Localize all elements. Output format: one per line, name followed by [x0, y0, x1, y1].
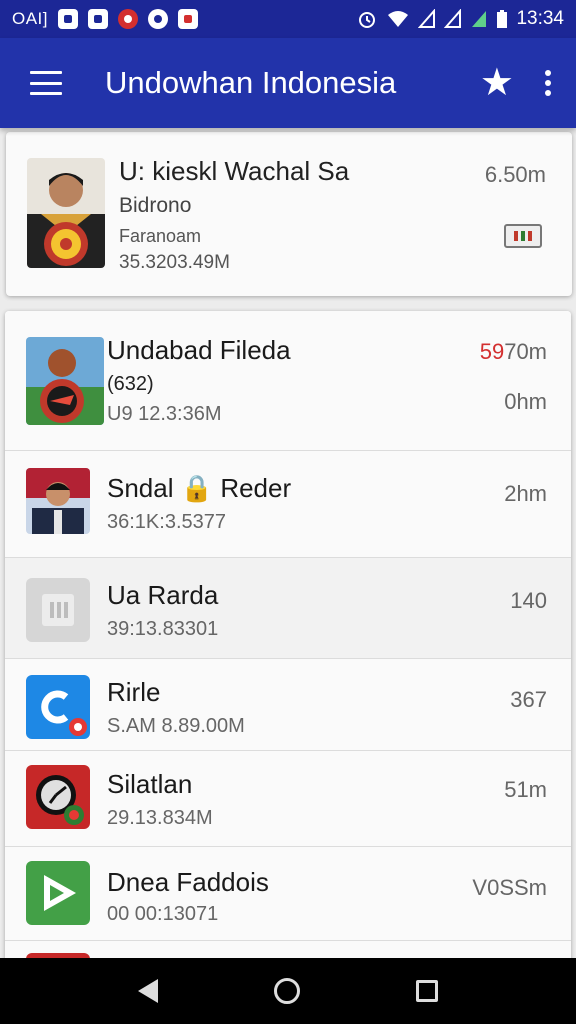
- item-value: 367: [510, 687, 547, 712]
- item-size: 36:1K:3.5377: [107, 511, 226, 533]
- item-name: Dnea Faddois: [107, 867, 269, 897]
- item-avatar: [26, 337, 104, 425]
- item-size: 29.13.834M: [107, 807, 213, 829]
- app-title: Undowhan Indonesia: [105, 65, 397, 100]
- signal-icon: [444, 9, 462, 28]
- round-icon: [148, 9, 169, 29]
- printer-icon: [88, 9, 109, 29]
- item-name: Silatlan: [107, 769, 193, 799]
- clock: 13:34: [516, 8, 564, 29]
- list-item[interactable]: Rirle S.AM 8.89.00M 367: [5, 659, 571, 751]
- list-item[interactable]: Sndal 🔒 Reder 36:1K:3.5377 2hm: [5, 451, 571, 558]
- carrier-label: OAI]: [12, 9, 49, 28]
- item-value: 140: [510, 588, 547, 613]
- featured-card[interactable]: U: kieskl Wachal Sa Bidrono Faranoam 35.…: [6, 132, 572, 296]
- status-bar: OAI] 13:34: [0, 0, 576, 38]
- item-value: 2hm: [504, 481, 547, 506]
- item-value: 51m: [504, 777, 547, 802]
- app-bar: Undowhan Indonesia ★: [0, 38, 576, 128]
- list-item[interactable]: Dnea Faddois 00 00:13071 V0SSm: [5, 847, 571, 941]
- chart-badge-icon[interactable]: [504, 224, 542, 248]
- item-name: Ua Rarda: [107, 580, 219, 610]
- featured-subtitle: Bidrono: [119, 194, 192, 217]
- battery-icon: [497, 10, 508, 28]
- item-avatar: [26, 468, 90, 534]
- recents-icon[interactable]: [416, 980, 438, 1002]
- item-avatar: [26, 765, 90, 829]
- flag-icon: [178, 9, 199, 29]
- featured-name: U: kieskl Wachal Sa: [119, 156, 350, 186]
- item-size: 00 00:13071: [107, 903, 219, 925]
- alarm-icon: [359, 12, 376, 28]
- item-value: 5970m: [479, 339, 547, 364]
- home-icon[interactable]: [274, 978, 300, 1004]
- item-size: 39:13.83301: [107, 618, 219, 640]
- red-circle-icon: [118, 9, 139, 29]
- item-avatar: [26, 675, 90, 739]
- list-item[interactable]: Silatlan 29.13.834M 51m: [5, 751, 571, 847]
- item-count: (632): [107, 373, 154, 395]
- featured-value: 6.50m: [484, 162, 546, 187]
- item-name: Rirle: [107, 677, 161, 707]
- item-name: Sndal 🔒 Reder: [107, 473, 292, 503]
- list-item[interactable]: Ua Rarda 39:13.83301 140: [5, 558, 571, 659]
- star-icon[interactable]: ★: [480, 64, 514, 102]
- hamburger-menu-icon[interactable]: [30, 71, 62, 95]
- item-value-secondary: 0hm: [504, 389, 547, 414]
- item-size: S.AM 8.89.00M: [107, 715, 245, 737]
- signal-icon: [418, 9, 436, 28]
- featured-avatar: [27, 158, 105, 268]
- list-item[interactable]: Undabad Fileda (632) U9 12.3:36M 5970m 0…: [5, 311, 571, 451]
- item-name: Undabad Fileda: [107, 335, 291, 365]
- featured-caption: Faranoam: [119, 226, 202, 246]
- item-size: U9 12.3:36M: [107, 403, 222, 425]
- item-value: V0SSm: [472, 875, 547, 900]
- featured-size: 35.3203.49M: [119, 252, 230, 273]
- overflow-menu-icon[interactable]: [544, 70, 552, 96]
- save-icon: [58, 9, 79, 29]
- navigation-bar: [0, 958, 576, 1024]
- item-avatar: [26, 861, 90, 925]
- item-avatar: [26, 578, 90, 642]
- back-icon[interactable]: [138, 979, 158, 1003]
- wifi-icon: [388, 11, 409, 27]
- item-list: Undabad Fileda (632) U9 12.3:36M 5970m 0…: [5, 311, 571, 971]
- signal-icon: [472, 11, 487, 27]
